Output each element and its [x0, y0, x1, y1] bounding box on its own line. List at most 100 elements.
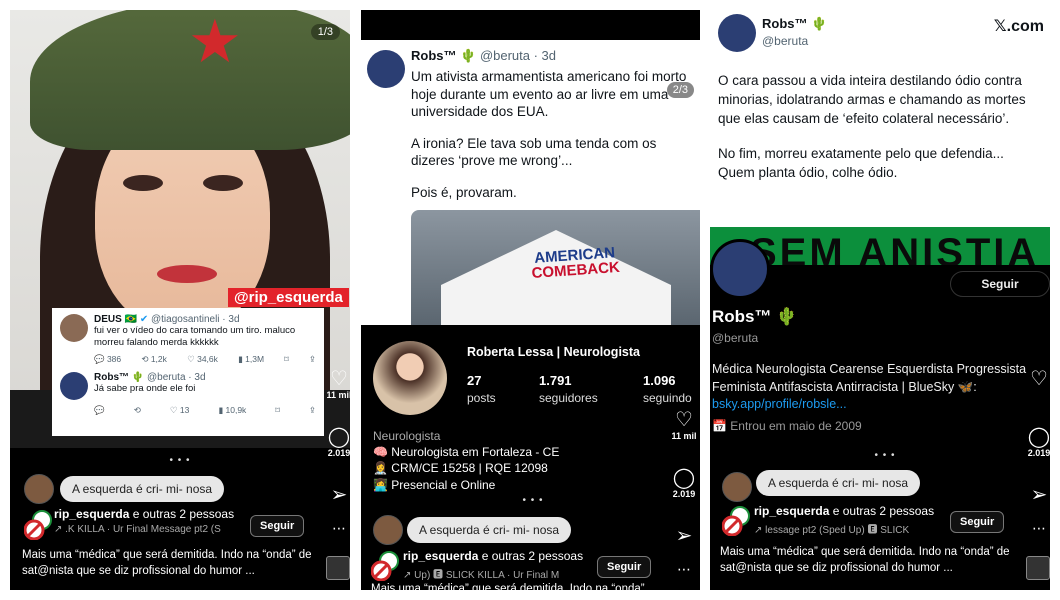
heart-icon[interactable]: ♡ — [669, 409, 699, 431]
tweet-paragraph: Um ativista armamentista americano foi m… — [411, 69, 687, 120]
send-icon[interactable]: ➢ — [1024, 484, 1050, 506]
tweet-text: fui ver o vídeo do cara tomando um tiro.… — [94, 325, 296, 348]
lips — [157, 265, 217, 283]
more-options-icon[interactable]: ⋯ — [332, 520, 346, 537]
post-author[interactable]: rip_esquerda e outras 2 pessoas — [754, 504, 934, 518]
music-info[interactable]: ↗ .K KILLA · Ur Final Message pt2 (S — [54, 524, 244, 535]
music-info[interactable]: ↗ Up) 🅴 SLICK KILLA · Ur Final M — [403, 566, 593, 581]
commenter-avatar[interactable] — [722, 472, 752, 502]
comment-action[interactable]: ◯ 2.019 — [324, 426, 350, 458]
posts-label: posts — [467, 391, 496, 405]
heart-icon[interactable]: ♡ — [1024, 368, 1050, 390]
follow-button[interactable]: Seguir — [950, 511, 1005, 533]
eye-left — [123, 175, 163, 191]
commenter-avatar[interactable] — [373, 515, 403, 545]
tweet-text: Já sabe pra onde ele foi — [94, 382, 196, 394]
x-logo: 𝕏.com — [993, 18, 1044, 35]
coauthors-text: e outras 2 pessoas — [829, 504, 935, 518]
post-author[interactable]: rip_esquerda e outras 2 pessoas — [54, 507, 234, 521]
tweet-paragraph: O cara passou a vida inteira destilando … — [718, 73, 1026, 126]
profile-name: Roberta Lessa | Neurologista — [467, 345, 640, 359]
retweet-icon: ⟲ — [133, 404, 141, 415]
tweet-text: O cara passou a vida inteira destilando … — [718, 72, 1044, 198]
red-star-icon: ★ — [188, 10, 242, 75]
carousel-dots: • • • — [874, 450, 896, 461]
comment-action[interactable]: ◯ 2.019 — [669, 467, 699, 499]
commenter-avatar[interactable] — [24, 474, 54, 504]
flag-icon: 🇧🇷 — [124, 314, 138, 325]
post-caption[interactable]: Mais uma “médica” que será demitida. Ind… — [22, 547, 322, 579]
share-action[interactable]: ➢ — [1024, 484, 1050, 506]
views-icon: ▮ 10,9k — [218, 404, 247, 415]
tweet-1: DEUS 🇧🇷 ✔ @tiagosantineli · 3d fui ver o… — [60, 314, 316, 349]
following-label: seguindo — [643, 391, 692, 405]
send-icon[interactable]: ➢ — [669, 525, 699, 547]
tweet-2-header: Robs™ 🌵 @beruta · 3d — [94, 372, 206, 383]
heart-icon[interactable]: ♡ — [324, 368, 350, 390]
like-icon: ♡ 34,6k — [187, 353, 218, 364]
tweet-2: Robs™ 🌵 @beruta · 3d Já sabe pra onde el… — [60, 371, 316, 400]
comment-bubble: A esquerda é cri- mi- nosa — [60, 476, 225, 502]
x-follow-button[interactable]: Seguir — [950, 271, 1050, 297]
instagram-profile-card: Roberta Lessa | Neurologista 27 posts 1.… — [361, 325, 700, 590]
profile-bio: Médica Neurologista Cearense Esquerdista… — [712, 361, 1050, 414]
avatar — [60, 371, 88, 400]
profile-avatar[interactable] — [373, 341, 447, 415]
music-info[interactable]: ↗ lessage pt2 (Sped Up) 🅴 SLICK — [754, 521, 944, 536]
tent-label: AMERICAN COMEBACK — [531, 244, 621, 283]
audio-thumbnail[interactable] — [1026, 556, 1050, 580]
tweet-image-tent: AMERICAN COMEBACK — [411, 210, 700, 325]
post-author[interactable]: rip_esquerda e outras 2 pessoas — [403, 549, 583, 563]
bio-line: Médica Neurologista Cearense Esquerdista… — [712, 362, 1027, 376]
post-caption[interactable]: Mais uma “médica” que será demitida. Ind… — [371, 581, 671, 590]
views-icon: ▮ 1,3M — [238, 353, 265, 364]
tweet-paragraph: A ironia? Ele tava sob uma tenda com os … — [411, 135, 657, 169]
like-count: 11 mil — [671, 431, 697, 441]
eye-right — [203, 175, 243, 191]
coauthors-text: e outras 2 pessoas — [478, 549, 584, 563]
follow-button[interactable]: Seguir — [250, 515, 305, 537]
cactus-icon: 🌵 — [131, 371, 145, 383]
comment-icon[interactable]: ◯ — [1024, 426, 1050, 448]
comment-action[interactable]: ◯ 2.019 — [1024, 426, 1050, 458]
comment-bubble: A esquerda é cri- mi- nosa — [756, 470, 921, 496]
x-profile-screenshot: SEM ANISTIA Seguir Robs™ 🌵 @beruta Médic… — [710, 227, 1050, 447]
username[interactable]: rip_esquerda — [54, 507, 129, 521]
reel-panel-2: Robs™ 🌵 @beruta · 3d 2/3 Um ativista arm… — [361, 10, 700, 590]
comment-icon[interactable]: ◯ — [324, 426, 350, 448]
share-action[interactable]: ➢ — [324, 484, 350, 506]
profile-category: Neurologista — [373, 429, 441, 443]
anti-communism-badge-icon — [24, 510, 52, 540]
bio-link[interactable]: bsky.app/profile/robsle... — [712, 396, 1050, 414]
profile-bio: Neurologista 🧠 Neurologista em Fortaleza… — [373, 428, 559, 493]
carousel-dots: • • • — [169, 455, 191, 466]
profile-avatar[interactable] — [710, 239, 770, 299]
comment-icon[interactable]: ◯ — [669, 467, 699, 489]
comment-count: 2.019 — [672, 489, 696, 499]
tweet-author: Robs™ — [411, 48, 457, 63]
post-caption[interactable]: Mais uma “médica” que será demitida. Ind… — [720, 544, 1020, 576]
tweet-handle: @tiagosantineli · 3d — [150, 314, 240, 325]
username[interactable]: rip_esquerda — [754, 504, 829, 518]
send-icon[interactable]: ➢ — [324, 484, 350, 506]
more-options-icon[interactable]: ⋯ — [1032, 520, 1046, 537]
watermark-tag: @rip_esquerda — [228, 288, 349, 307]
bio-line: Feminista Antifascista Antirracista | Bl… — [712, 379, 977, 394]
like-action[interactable]: ♡ — [1024, 368, 1050, 390]
audio-thumbnail[interactable] — [326, 556, 350, 580]
tweet-1-header: DEUS 🇧🇷 ✔ @tiagosantineli · 3d — [94, 314, 316, 325]
like-icon: ♡ 13 — [169, 404, 190, 415]
tweet-header: Robs™ 🌵 @beruta · 3d — [411, 48, 556, 64]
like-action[interactable]: ♡ 11 mil — [669, 409, 699, 441]
username[interactable]: rip_esquerda — [403, 549, 478, 563]
followers-label: seguidores — [539, 391, 598, 405]
posts-count: 27 — [467, 373, 482, 388]
follow-button[interactable]: Seguir — [597, 556, 652, 578]
tweet-author: Robs™ 🌵 — [762, 16, 828, 31]
more-options-icon[interactable]: ⋯ — [677, 561, 691, 578]
carousel-dots: • • • — [522, 495, 544, 506]
comment-count: 2.019 — [327, 448, 350, 458]
like-action[interactable]: ♡ 11 mil — [324, 368, 350, 400]
share-action[interactable]: ➢ — [669, 525, 699, 547]
reel-panel-1: ★ 1/3 @rip_esquerda DEUS 🇧🇷 ✔ @tiagosant… — [10, 10, 350, 590]
